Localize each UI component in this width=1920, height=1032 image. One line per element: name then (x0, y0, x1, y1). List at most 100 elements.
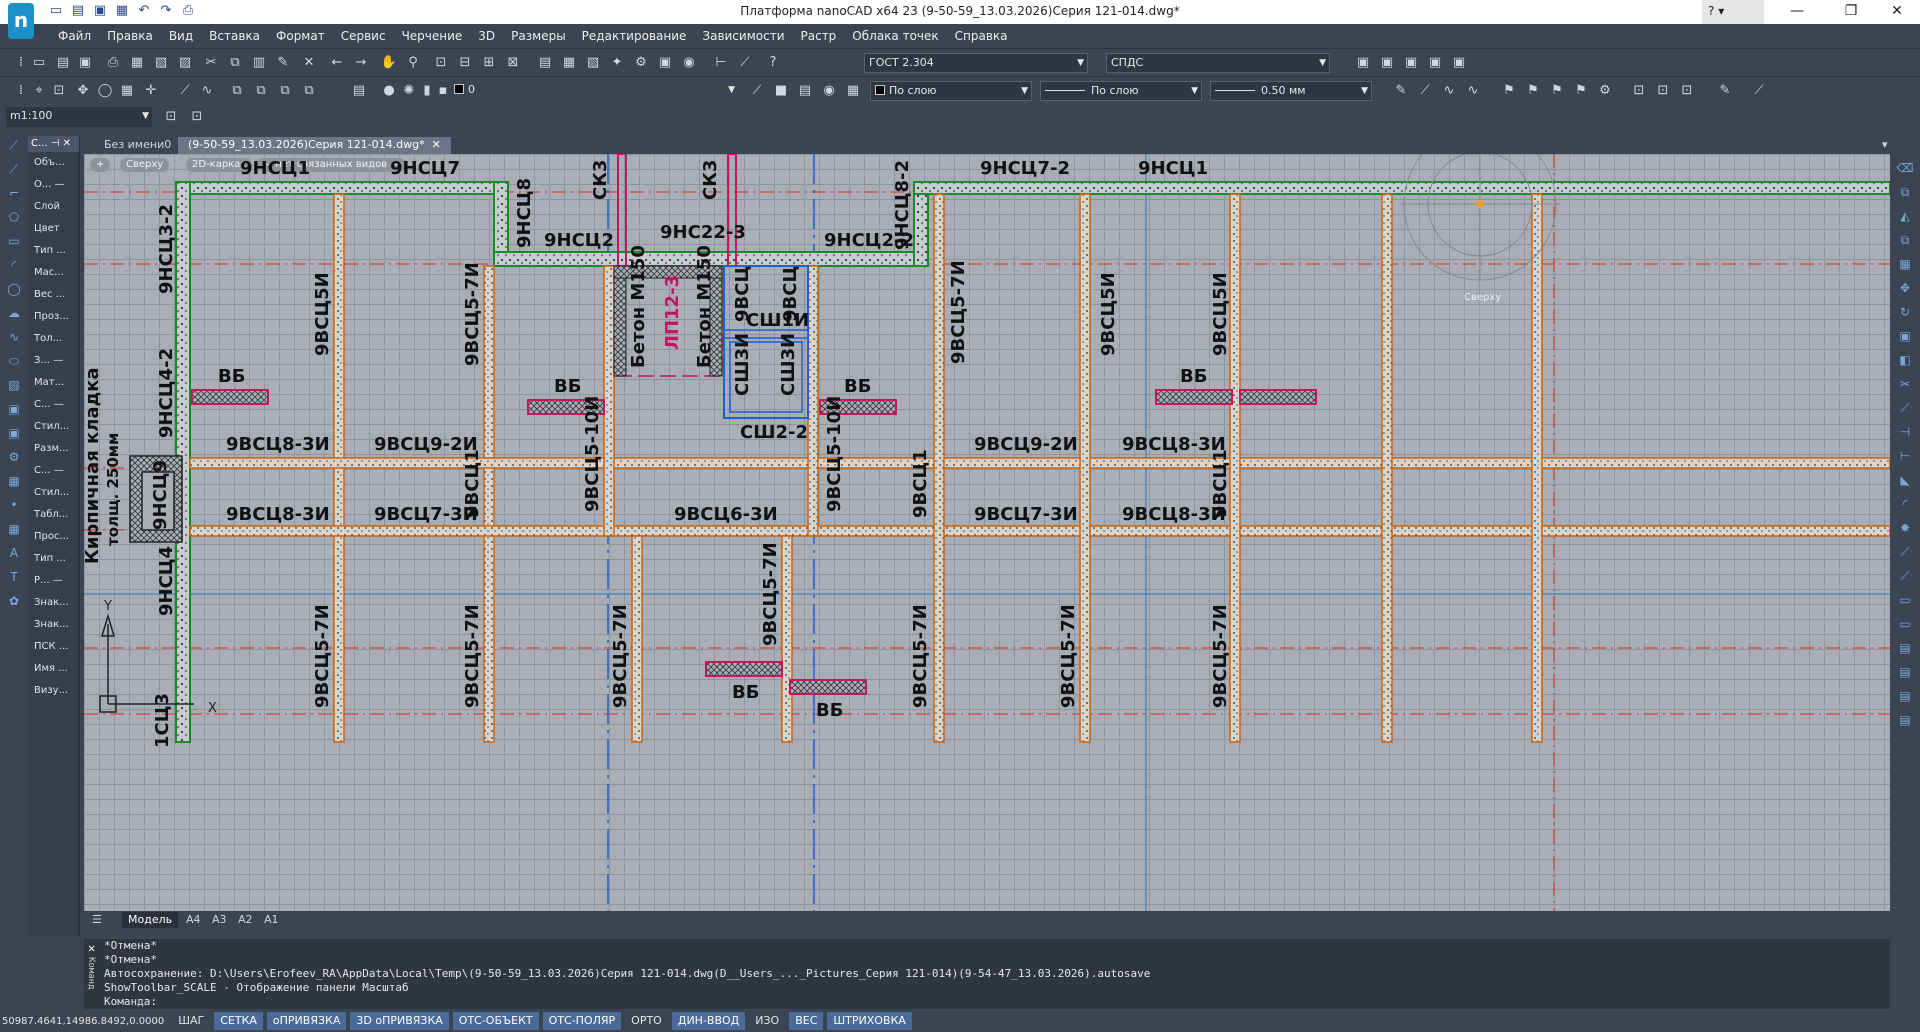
property-row[interactable]: Табл... (28, 504, 79, 526)
color-select[interactable]: По слою ▼ (870, 81, 1032, 101)
tool-palettes-icon[interactable]: ▧ (584, 54, 602, 72)
extend-icon[interactable]: ⟋ (1896, 399, 1914, 417)
ruler-icon[interactable]: ⟋ (736, 54, 754, 72)
polyline-icon[interactable]: ⟋ (176, 82, 194, 100)
layer-tool-3-icon[interactable]: ▣ (1402, 54, 1420, 72)
zoom-extents-icon[interactable]: ⊞ (480, 54, 498, 72)
tab-model[interactable]: Модель (122, 912, 179, 928)
spds-tool-7-icon[interactable]: ⚑ (1548, 82, 1566, 100)
spds-tool-13-icon[interactable]: ✎ (1716, 82, 1734, 100)
move-icon[interactable]: ✥ (74, 82, 92, 100)
tab-a1[interactable]: A1 (258, 912, 285, 928)
menu-modify[interactable]: Редактирование (574, 24, 695, 48)
copy-objects-icon[interactable]: ⧉ (228, 82, 246, 100)
measure-icon[interactable]: ⊢ (712, 54, 730, 72)
tool-17-icon[interactable]: ⟋ (1896, 543, 1914, 561)
property-row[interactable]: Знак... (28, 592, 79, 614)
property-row[interactable]: Вес ... (28, 284, 79, 306)
region-icon[interactable]: ▣ (5, 400, 23, 418)
menu-help[interactable]: Справка (947, 24, 1016, 48)
circle-select-icon[interactable]: ◯ (96, 82, 114, 100)
make-current-icon[interactable]: ⟋ (748, 82, 766, 100)
property-row[interactable]: С... — (28, 460, 79, 482)
point-icon[interactable]: • (5, 496, 23, 514)
property-row[interactable]: Имя ... (28, 658, 79, 680)
cloud-icon[interactable]: ☁ (5, 304, 23, 322)
minimize-button[interactable]: — (1774, 0, 1820, 24)
spline-icon[interactable]: ∿ (198, 82, 216, 100)
property-row[interactable]: Тол... (28, 328, 79, 350)
spds-tool-6-icon[interactable]: ⚑ (1524, 82, 1542, 100)
zoom-previous-icon[interactable]: ⊟ (456, 54, 474, 72)
lineweight-select[interactable]: 0.50 мм ▼ (1210, 81, 1372, 101)
property-row[interactable]: Проз... (28, 306, 79, 328)
tab-a4[interactable]: A4 (180, 912, 207, 928)
close-icon[interactable]: ✕ (88, 941, 95, 955)
layer-tool-4-icon[interactable]: ▣ (1426, 54, 1444, 72)
spds-tool-11-icon[interactable]: ⊡ (1654, 82, 1672, 100)
design-center-icon[interactable]: ▦ (560, 54, 578, 72)
arc-icon[interactable]: ◜ (5, 256, 23, 274)
tab-a3[interactable]: A3 (206, 912, 233, 928)
stretch-icon[interactable]: ◧ (1896, 351, 1914, 369)
spds-tool-1-icon[interactable]: ✎ (1392, 82, 1410, 100)
camera-icon[interactable]: ▣ (5, 424, 23, 442)
layer-tool-5-icon[interactable]: ▣ (1450, 54, 1468, 72)
property-row[interactable]: Тип ... (28, 548, 79, 570)
undo-icon[interactable]: ← (328, 54, 346, 72)
tab-active-drawing[interactable]: (9-50-59_13.03.2026)Серия 121-014.dwg* ✕ (178, 137, 451, 154)
menu-raster[interactable]: Растр (793, 24, 845, 48)
property-row[interactable]: Прос... (28, 526, 79, 548)
dynamic-input-toggle[interactable]: ДИН-ВВОД (671, 1012, 746, 1030)
scale-select[interactable]: m1:100 ▼ (6, 107, 152, 127)
spds-tool-10-icon[interactable]: ⊡ (1630, 82, 1648, 100)
menu-3d[interactable]: 3D (470, 24, 503, 48)
tool-20-icon[interactable]: ▭ (1896, 615, 1914, 633)
property-row[interactable]: Тип ... (28, 240, 79, 262)
menu-file[interactable]: Файл (50, 24, 99, 48)
hatch-toggle[interactable]: ШТРИХОВКА (827, 1012, 912, 1030)
property-row[interactable]: О... — (28, 174, 79, 196)
chamfer-icon[interactable]: ◣ (1896, 471, 1914, 489)
cut-icon[interactable]: ✂ (202, 54, 220, 72)
layout-menu-icon[interactable]: ☰ (86, 912, 108, 928)
scale-objects-icon[interactable]: ⧉ (300, 82, 318, 100)
ortho-toggle[interactable]: ОРТО (625, 1012, 668, 1030)
tool-18-icon[interactable]: ⟋ (1896, 567, 1914, 585)
text-icon[interactable]: T (5, 568, 23, 586)
maximize-button[interactable]: ❐ (1828, 0, 1874, 24)
close-tab-icon[interactable]: ✕ (432, 138, 441, 151)
open-icon[interactable]: ▤ (54, 54, 72, 72)
layer-tool-2-icon[interactable]: ▣ (1378, 54, 1396, 72)
tool-21-icon[interactable]: ▤ (1896, 639, 1914, 657)
menu-format[interactable]: Формат (268, 24, 333, 48)
close-icon[interactable]: ✕ (63, 138, 71, 149)
property-row[interactable]: З... — (28, 350, 79, 372)
eye-icon[interactable]: ◉ (820, 82, 838, 100)
construction-line-icon[interactable]: ⟋ (5, 160, 23, 178)
spds-tool-12-icon[interactable]: ⊡ (1678, 82, 1696, 100)
zoom-window-icon[interactable]: ⊡ (432, 54, 450, 72)
spds-tool-2-icon[interactable]: ⟋ (1416, 82, 1434, 100)
select-window-icon[interactable]: ⊡ (50, 82, 68, 100)
property-row[interactable]: Визу... (28, 680, 79, 702)
property-row[interactable]: Р... — (28, 570, 79, 592)
property-row[interactable]: ПСК ... (28, 636, 79, 658)
tool-24-icon[interactable]: ▤ (1896, 711, 1914, 729)
render-icon[interactable]: ◉ (680, 54, 698, 72)
spds-tool-8-icon[interactable]: ⚑ (1572, 82, 1590, 100)
lineweight-toggle[interactable]: ВЕС (789, 1012, 824, 1030)
erase-icon[interactable]: ✕ (300, 54, 318, 72)
copy-icon[interactable]: ⧉ (1896, 183, 1914, 201)
property-row[interactable]: Слой (28, 196, 79, 218)
fillet-icon[interactable]: ◜ (1896, 495, 1914, 513)
property-row[interactable]: С... — (28, 394, 79, 416)
image-icon[interactable]: ▦ (5, 472, 23, 490)
preview-icon[interactable]: ▦ (128, 54, 146, 72)
layer-tool-1-icon[interactable]: ▣ (1354, 54, 1372, 72)
object-tracking-toggle[interactable]: ОТС-ОБЪЕКТ (452, 1012, 539, 1030)
command-prompt-input[interactable]: Команда: (84, 995, 1890, 1009)
menu-point-clouds[interactable]: Облака точек (844, 24, 946, 48)
app-logo-icon[interactable]: n (8, 3, 34, 39)
menu-constraints[interactable]: Зависимости (694, 24, 792, 48)
